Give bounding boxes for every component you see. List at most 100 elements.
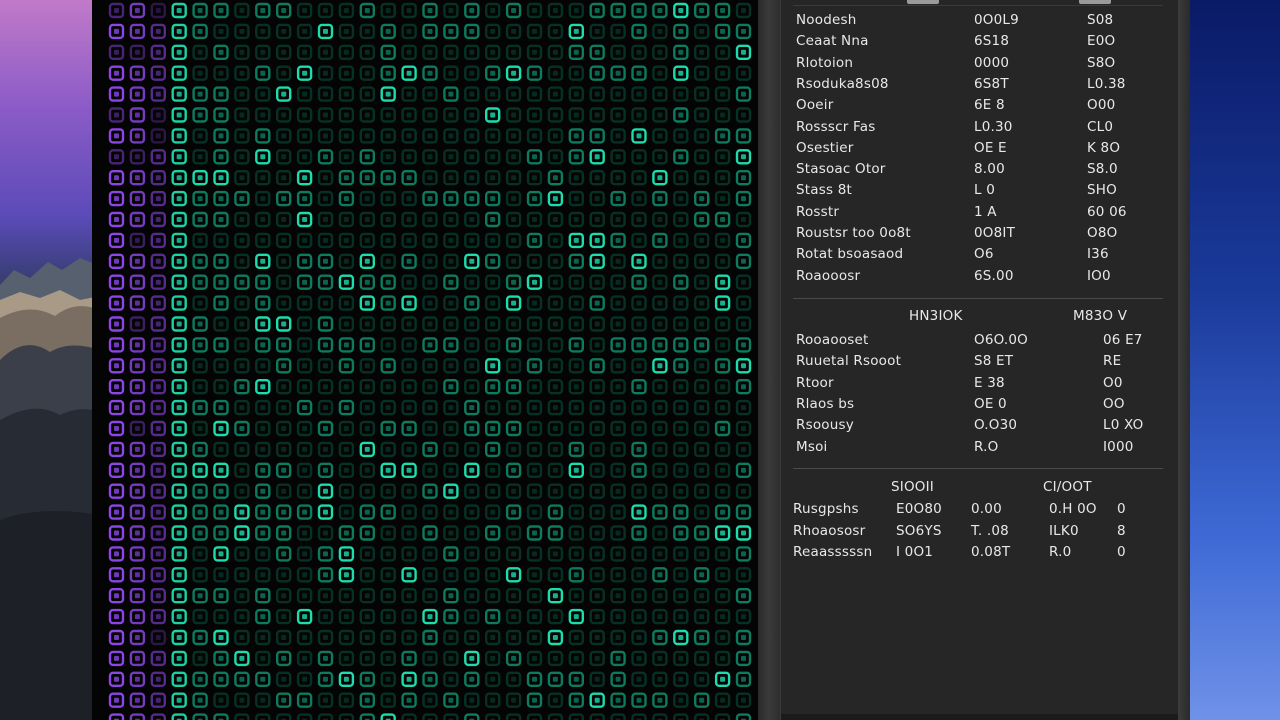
led-cell-core <box>364 655 370 661</box>
led-cell-core <box>699 655 705 661</box>
led-cell-core <box>720 133 726 139</box>
led-cell-core <box>720 196 726 202</box>
stats-1-v1: 6S8T <box>974 75 1009 92</box>
led-cell-core <box>406 49 412 55</box>
led-cell-core <box>281 676 287 682</box>
led-cell-core <box>385 175 391 181</box>
led-cell-core <box>678 91 684 97</box>
led-cell-core <box>406 91 412 97</box>
led-cell-core <box>406 217 412 222</box>
led-cell-core <box>594 426 600 431</box>
led-cell-core <box>699 405 705 411</box>
led-cell-core <box>239 342 245 348</box>
led-cell-core <box>385 655 391 661</box>
led-cell-core <box>594 488 600 494</box>
led-cell-core <box>218 572 224 578</box>
led-cell-core <box>573 300 579 306</box>
led-cell-core <box>114 635 119 640</box>
led-cell-core <box>573 91 579 97</box>
wallpaper-mountains <box>0 0 100 720</box>
led-cell-core <box>406 426 412 431</box>
led-cell-core <box>385 154 391 160</box>
led-cell-core <box>594 655 600 661</box>
led-cell-core <box>657 258 663 264</box>
led-cell-core <box>364 446 370 452</box>
led-cell-core <box>448 446 454 452</box>
led-cell-core <box>741 614 746 620</box>
led-cell-core <box>239 133 245 139</box>
stats-1-v1: OE E <box>974 139 1007 156</box>
led-cell-core <box>448 530 454 536</box>
led-cell-core <box>490 614 496 620</box>
led-cell-core <box>594 551 600 557</box>
led-cell-core <box>239 530 245 536</box>
led-cell-core <box>114 572 119 578</box>
led-cell-core <box>594 614 600 620</box>
led-cell-core <box>176 405 182 411</box>
led-cell-core <box>114 426 119 431</box>
led-cell-core <box>448 321 454 327</box>
led-cell-core <box>594 217 600 222</box>
led-cell-core <box>469 614 475 620</box>
led-cell-core <box>364 593 370 599</box>
stats-1-v1: 0O0L9 <box>974 12 1019 28</box>
led-cell-core <box>302 70 308 76</box>
led-cell-core <box>469 488 475 494</box>
led-cell-core <box>657 8 663 13</box>
led-cell-core <box>657 676 663 682</box>
led-cell-core <box>134 91 140 97</box>
led-cell-core <box>385 697 391 703</box>
led-cell-core <box>448 300 454 306</box>
led-cell-core <box>114 321 119 327</box>
led-cell-core <box>281 70 287 76</box>
led-cell-core <box>594 8 600 13</box>
led-cell-core <box>197 363 203 369</box>
led-cell-core <box>260 697 266 703</box>
led-cell-core <box>385 300 391 306</box>
led-cell-core <box>573 8 579 13</box>
led-cell-core <box>427 551 433 557</box>
led-cell-core <box>511 237 517 243</box>
led-cell-core <box>385 551 391 557</box>
led-cell-core <box>490 175 496 181</box>
led-cell-core <box>406 530 412 536</box>
led-cell-core <box>678 8 684 13</box>
led-cell-core <box>302 133 308 139</box>
led-cell-core <box>615 49 621 55</box>
led-cell-core <box>197 133 203 139</box>
stats-2-v1: R.O <box>974 438 999 455</box>
led-cell-core <box>302 363 308 369</box>
led-cell-core <box>532 258 537 264</box>
stats-1-label: Ceaat Nna <box>796 33 869 50</box>
stats-2-v1: S8 ET <box>974 353 1014 370</box>
led-cell-core <box>302 300 308 306</box>
led-cell-core <box>532 593 537 599</box>
stats-2-row: Ruuetal Rsooot S8 ET RE <box>781 351 1179 371</box>
led-cell-core <box>343 551 349 557</box>
led-cell-core <box>615 614 621 620</box>
led-cell-core <box>678 551 684 557</box>
led-cell-core <box>281 91 287 97</box>
led-cell-core <box>678 112 684 118</box>
led-cell-core <box>281 614 287 620</box>
led-cell-core <box>636 237 642 243</box>
led-cell-core <box>657 196 663 202</box>
led-cell-core <box>134 676 140 682</box>
led-cell-core <box>385 70 391 76</box>
led-cell-core <box>678 446 684 452</box>
led-cell-core <box>155 175 161 181</box>
led-cell-core <box>364 676 370 682</box>
led-cell-core <box>636 217 642 222</box>
led-cell-core <box>260 467 266 473</box>
led-cell-core <box>615 697 621 703</box>
led-cell-core <box>720 321 726 327</box>
led-cell-core <box>511 70 517 76</box>
led-cell-core <box>636 258 642 264</box>
led-cell-core <box>699 154 705 160</box>
led-cell-core <box>281 488 287 494</box>
stats-3-label: Rhoaososr <box>793 522 866 539</box>
led-cell-core <box>260 551 266 557</box>
stats-3-v1: E0O80 <box>896 501 942 517</box>
led-cell-core <box>741 488 746 494</box>
led-cell-core <box>552 49 558 55</box>
